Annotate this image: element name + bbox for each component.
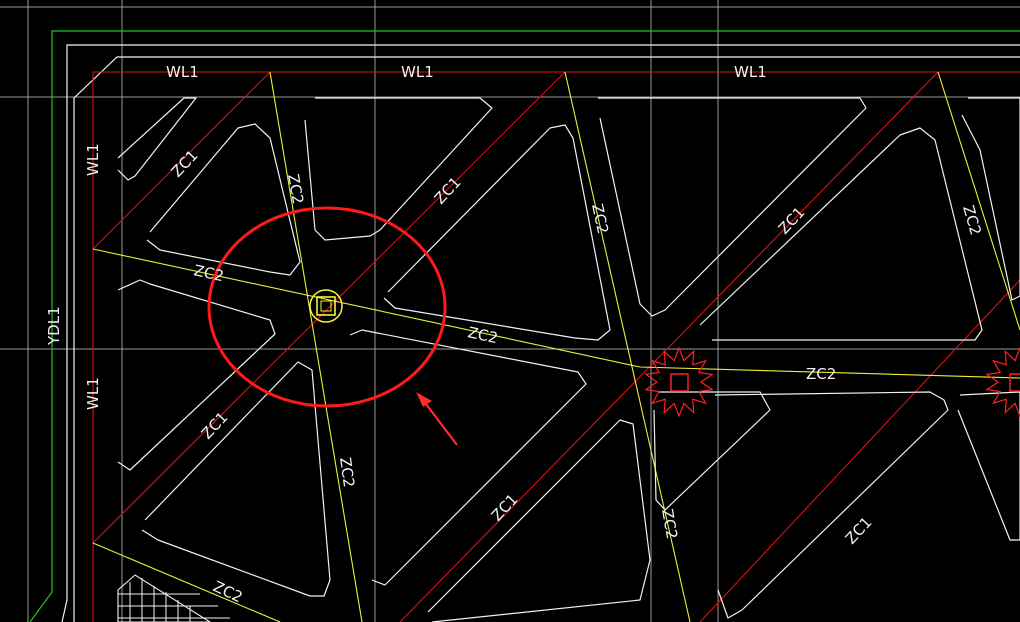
beam-label-zc2: ZC2 xyxy=(806,365,836,383)
beam-label-wl1: WL1 xyxy=(734,63,767,81)
beam-label-wl1: WL1 xyxy=(166,63,199,81)
beam-label-wl1: WL1 xyxy=(84,377,102,410)
beam-label-ydl1: YDL1 xyxy=(45,306,63,346)
beam-label-wl1: WL1 xyxy=(84,143,102,176)
beam-label-wl1: WL1 xyxy=(401,63,434,81)
cad-drawing-canvas[interactable]: WL1 WL1 WL1 WL1 WL1 YDL1 ZC1 ZC1 ZC1 ZC1… xyxy=(0,0,1020,622)
